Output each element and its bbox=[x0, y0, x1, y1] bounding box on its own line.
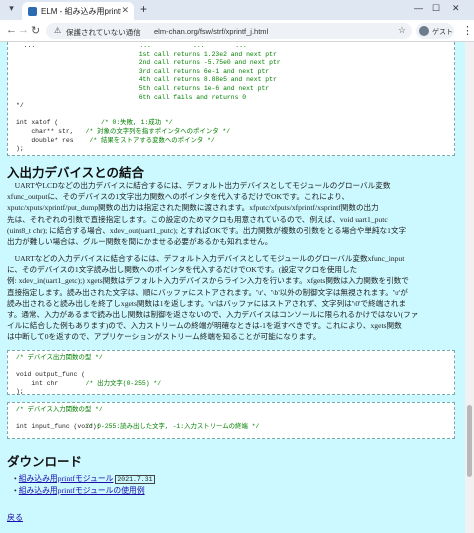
code-block-xatof: ... ... ... ... 1st call returns 1.23e2 … bbox=[7, 42, 455, 156]
not-secure-icon[interactable]: ⚠ bbox=[54, 26, 61, 35]
code-text: ); bbox=[16, 388, 24, 396]
address-bar[interactable]: ⚠ 保護されていない通信 elm-chan.org/fsw/strf/xprin… bbox=[46, 23, 412, 39]
code-comment: 6th call fails and returns 0 bbox=[16, 93, 247, 101]
close-window-icon[interactable]: ✕ bbox=[452, 3, 460, 14]
paragraph-line: xputc/xputs/xprintf/put_dump関数の出力は指定された関… bbox=[7, 203, 379, 213]
browser-toolbar: ← → ↻ ⚠ 保護されていない通信 elm-chan.org/fsw/strf… bbox=[0, 20, 474, 42]
paragraph-line: (uint8_t chr); に結合する場合、xdev_out(uart1_pu… bbox=[7, 225, 407, 235]
forward-arrow-icon[interactable]: → bbox=[18, 24, 29, 36]
heading-device: 入出力デバイスとの結合 bbox=[7, 166, 145, 180]
code-comment: 3rd call returns 6e-1 and next ptr bbox=[16, 67, 270, 75]
code-comment: /* デバイス出力関数の型 */ bbox=[16, 354, 103, 361]
back-link[interactable]: 戻る bbox=[7, 512, 23, 523]
paragraph-line: 直接指定します。読み出された文字は、順にバッファにストアされます。'\r'、'\… bbox=[7, 287, 408, 297]
date-badge: 2021.7.31 bbox=[115, 475, 155, 484]
paragraph-line: UARTやLCDなどの出力デバイスに結合するには、デフォルト出力デバイスとしてモ… bbox=[7, 181, 391, 190]
paragraph-line: 読み出されると読み出しを終了しxgets関数は1を返します。'\r'はバッファに… bbox=[7, 298, 407, 308]
code-block-output-func: /* デバイス出力関数の型 */ void output_func ( int c… bbox=[7, 350, 455, 395]
bullet: • bbox=[14, 486, 17, 495]
paragraph-line: UARTなどの入力デバイスに結合するには、デフォルト入力デバイスとしてモジュール… bbox=[7, 254, 405, 263]
code-comment: 5th call returns 1e-6 and next ptr bbox=[16, 85, 270, 92]
download-link[interactable]: 組み込み用printfモジュールの使用例 bbox=[19, 486, 145, 495]
favicon-icon bbox=[28, 7, 37, 16]
bullet: • bbox=[14, 474, 17, 483]
code-comment: /* 0-255:読み出した文字, -1:入力ストリームの終端 */ bbox=[78, 423, 260, 431]
code-comment: /* 0:失敗, 1:成功 */ bbox=[78, 119, 173, 127]
maximize-icon[interactable]: ☐ bbox=[432, 3, 440, 14]
code-text: int xatof ( bbox=[16, 119, 59, 127]
tab-search-icon[interactable]: ▾ bbox=[5, 3, 18, 16]
download-item: • 組み込み用printfモジュールの使用例 bbox=[14, 485, 145, 496]
profile-button[interactable]: ゲスト bbox=[416, 23, 454, 39]
paragraph-line: に、そのデバイスの1文字読み出し関数へのポインタを代入するだけでOKです。(設定… bbox=[7, 265, 358, 275]
page-content: ... ... ... ... 1st call returns 1.23e2 … bbox=[0, 42, 465, 533]
code-text: */ bbox=[16, 102, 24, 110]
guest-label: ゲスト bbox=[432, 29, 453, 36]
scrollbar-thumb[interactable] bbox=[467, 405, 472, 477]
paragraph-line: xfunc_outputに、そのデバイスの1文字出力関数へのポインタを代入するだ… bbox=[7, 192, 350, 202]
heading-download: ダウンロード bbox=[7, 455, 83, 469]
paragraph-line: 出力が難しい場合は、グルー関数を間にかませる必要があるかも知れません。 bbox=[7, 237, 273, 247]
paragraph-line: 先は、それぞれの引数で直接指定します。この設定のためマクロも用意されているので、… bbox=[7, 214, 388, 224]
code-text: void output_func ( bbox=[16, 371, 86, 379]
close-tab-icon[interactable]: ✕ bbox=[121, 5, 129, 16]
paragraph-line: 例: xdev_in(uart1_getc);) xgets関数はデフォルト入力… bbox=[7, 276, 409, 286]
code-comment: 4th call returns 8.88e5 and next ptr bbox=[16, 76, 277, 84]
code-text: ... bbox=[16, 42, 36, 49]
code-text: int chr bbox=[16, 379, 59, 387]
back-arrow-icon[interactable]: ← bbox=[6, 24, 17, 36]
browser-tab[interactable]: ELM - 組み込み用printfモジュール ✕ bbox=[22, 2, 134, 20]
code-comment: ... ... ... bbox=[78, 42, 247, 49]
paragraph-output-device: UARTやLCDなどの出力デバイスに結合するには、デフォルト出力デバイスとしてモ… bbox=[7, 180, 459, 247]
menu-dots-icon[interactable]: ⋮ bbox=[462, 24, 473, 37]
paragraph-line: イルに結合した例もあります)ので、入力ストリームの終端が明確なときは-1を返すべ… bbox=[7, 321, 402, 331]
code-comment: 2nd call returns -5.75e0 and next ptr bbox=[16, 59, 281, 67]
code-comment: /* 結果をストアする変数へのポインタ */ bbox=[78, 136, 215, 144]
new-tab-icon[interactable]: + bbox=[140, 2, 147, 16]
code-block-input-func: /* デバイス入力関数の型 */int input_func (void); /… bbox=[7, 402, 455, 439]
url-text[interactable]: elm-chan.org/fsw/strf/xprintf_j.html bbox=[154, 27, 268, 36]
browser-tab-bar: ▾ ELM - 組み込み用printfモジュール ✕ + — ☐ ✕ bbox=[0, 0, 474, 20]
paragraph-input-device: UARTなどの入力デバイスに結合するには、デフォルト入力デバイスとしてモジュール… bbox=[7, 253, 459, 343]
reload-icon[interactable]: ↻ bbox=[31, 24, 40, 37]
code-comment: /* デバイス入力関数の型 */ bbox=[16, 406, 103, 413]
tab-title: ELM - 組み込み用printfモジュール bbox=[41, 7, 121, 16]
code-text: char** str, bbox=[16, 128, 74, 135]
avatar bbox=[419, 26, 429, 36]
bookmark-star-icon[interactable]: ☆ bbox=[398, 25, 406, 36]
code-comment: 1st call returns 1.23e2 and next ptr bbox=[16, 50, 277, 58]
code-comment: /* 出力文字(0-255) */ bbox=[78, 379, 162, 387]
minimize-icon[interactable]: — bbox=[414, 3, 423, 13]
code-comment: /* 対象の文字列を指すポインタへのポインタ */ bbox=[78, 128, 231, 135]
security-label[interactable]: 保護されていない通信 bbox=[66, 27, 141, 38]
download-item: • 組み込み用printfモジュール 2021.7.31 bbox=[14, 473, 155, 484]
paragraph-line: す。通常、入力があるまで読み出し関数は制御を返さないので、入力デバイスはコンソー… bbox=[7, 310, 419, 320]
code-text: double* res bbox=[16, 136, 74, 144]
download-link[interactable]: 組み込み用printfモジュール bbox=[19, 474, 114, 483]
paragraph-line: は中断して0を返すので、アプリケーションがストリーム終端を知ることが可能になりま… bbox=[7, 332, 321, 342]
code-text: ); bbox=[16, 145, 24, 153]
